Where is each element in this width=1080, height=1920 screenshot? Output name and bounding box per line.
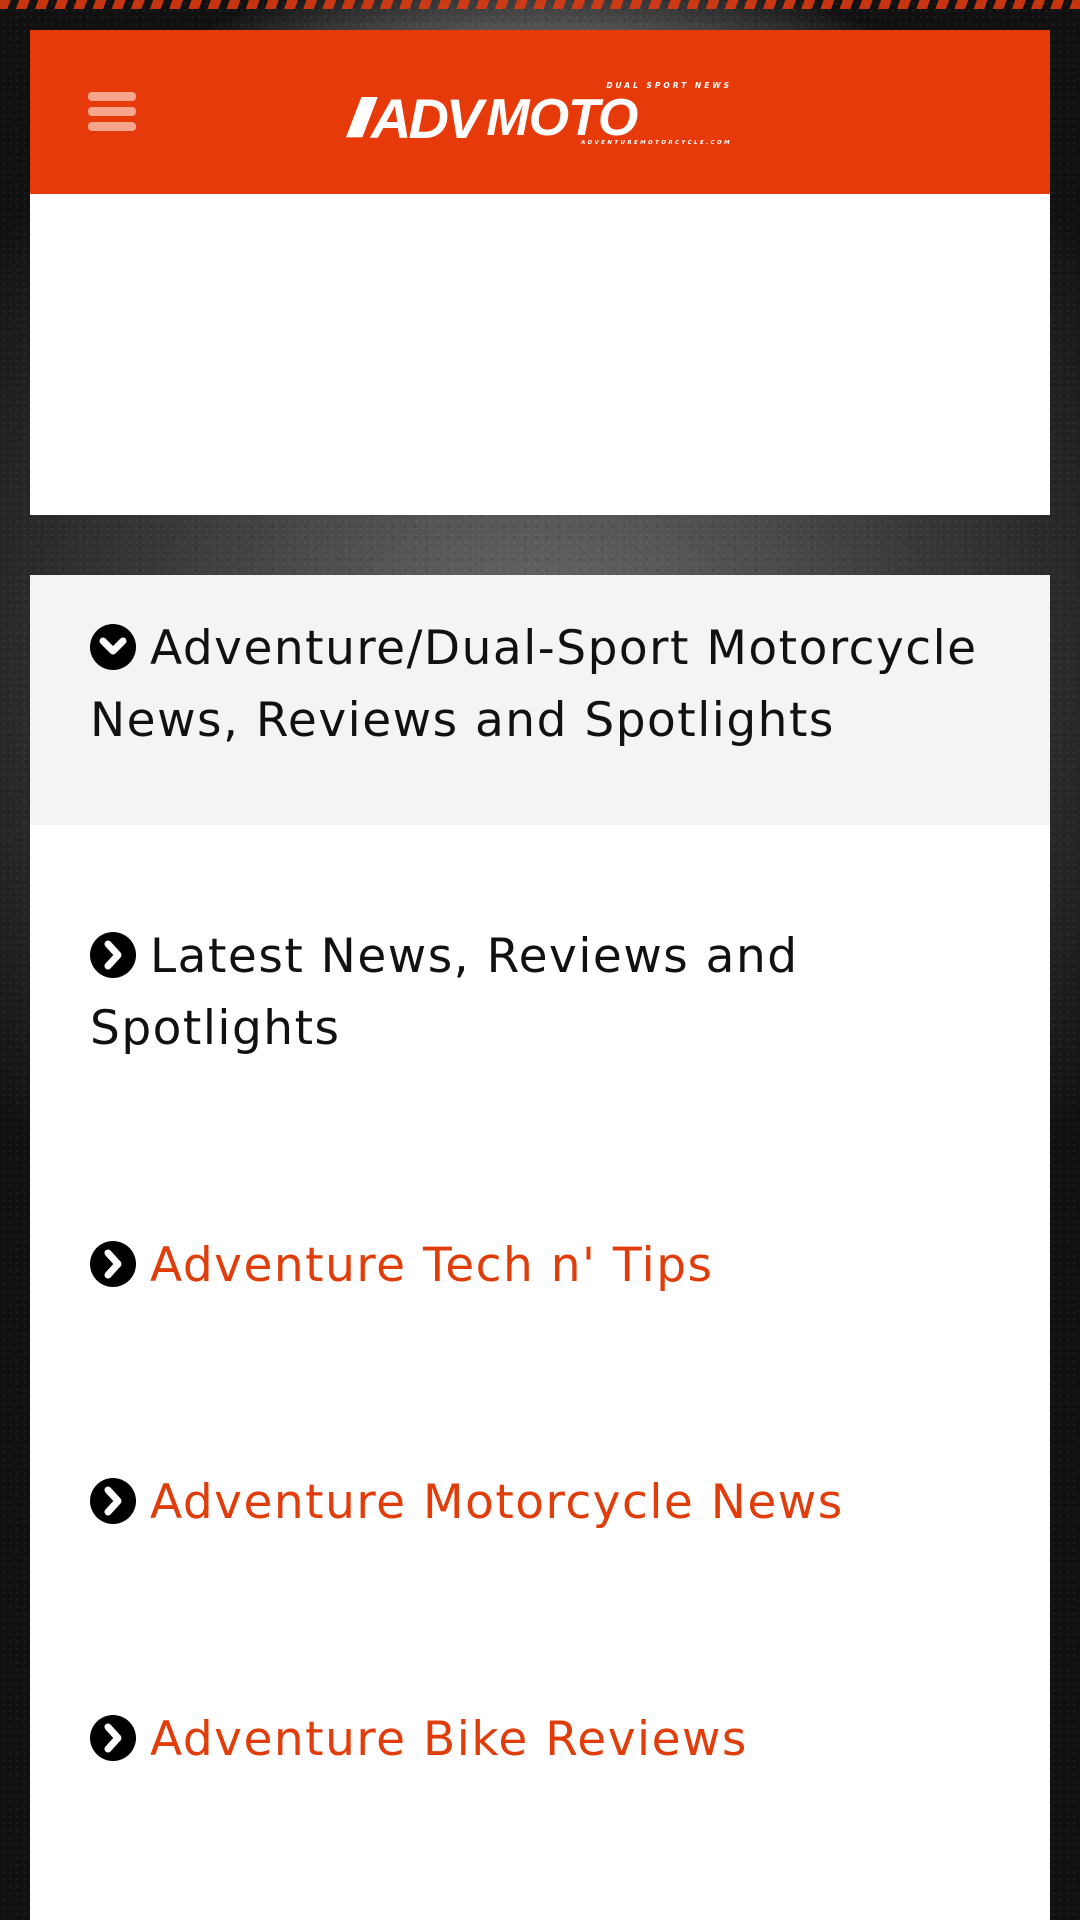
logo-moto: MOTO [486, 89, 638, 147]
menu-item-label: Latest News, Reviews and Spotlights [90, 929, 799, 1056]
chevron-circle-right-icon [90, 932, 136, 978]
section-header: Adventure/Dual-Sport Motorcycle News, Re… [30, 575, 1050, 825]
site-logo[interactable]: DUAL SPORT NEWS /// ADV MOTO ADVENTUREMO… [348, 80, 738, 150]
hamburger-icon[interactable] [88, 92, 136, 132]
chevron-circle-right-icon [90, 1478, 136, 1524]
menu-item-tech-tips[interactable]: Adventure Tech n' Tips [90, 1230, 1030, 1302]
logo-adv: ADV [371, 86, 483, 150]
tire-tread-border [0, 0, 1080, 9]
logo-slashes: /// [348, 88, 373, 148]
menu-item-bike-reviews[interactable]: Adventure Bike Reviews [90, 1704, 1030, 1776]
site-header: DUAL SPORT NEWS /// ADV MOTO ADVENTUREMO… [30, 30, 1050, 194]
logo-wordmark: /// ADV MOTO [348, 87, 638, 150]
content-panel: Adventure/Dual-Sport Motorcycle News, Re… [30, 575, 1050, 1920]
section-title-text: Adventure/Dual-Sport Motorcycle News, Re… [90, 621, 978, 748]
section-title: Adventure/Dual-Sport Motorcycle News, Re… [90, 613, 1014, 757]
chevron-circle-down-icon [90, 624, 136, 670]
chevron-circle-right-icon [90, 1715, 136, 1761]
menu-item-link[interactable]: Adventure Bike Reviews [150, 1712, 748, 1767]
ad-placeholder [30, 194, 1050, 515]
menu-item-link[interactable]: Adventure Tech n' Tips [150, 1238, 714, 1293]
chevron-circle-right-icon [90, 1241, 136, 1287]
menu-item-latest[interactable]: Latest News, Reviews and Spotlights [90, 921, 1030, 1065]
logo-tagline-bottom: ADVENTUREMOTORCYCLE.COM [580, 140, 732, 147]
menu-item-moto-news[interactable]: Adventure Motorcycle News [90, 1467, 1030, 1539]
menu-item-link[interactable]: Adventure Motorcycle News [150, 1475, 844, 1530]
